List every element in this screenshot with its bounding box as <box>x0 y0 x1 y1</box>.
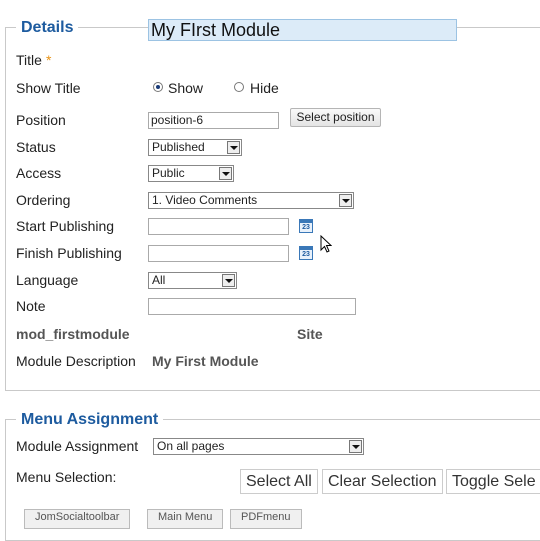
finish-publishing-label: Finish Publishing <box>16 245 122 261</box>
details-legend: Details <box>16 18 79 38</box>
language-select-value: All <box>152 273 166 287</box>
ordering-label: Ordering <box>16 192 71 208</box>
language-label: Language <box>16 272 79 288</box>
module-assignment-label: Module Assignment <box>16 438 139 454</box>
position-label: Position <box>16 112 66 128</box>
menu-tab-jomsocialtoolbar[interactable]: JomSocialtoolbar <box>24 509 131 529</box>
title-label: Title * <box>16 52 52 68</box>
calendar-icon[interactable]: 23 <box>299 246 313 260</box>
chevron-down-icon <box>339 194 352 207</box>
show-title-label: Show Title <box>16 80 81 96</box>
access-select[interactable]: Public <box>148 165 234 182</box>
start-publishing-label: Start Publishing <box>16 218 115 234</box>
select-position-button[interactable]: Select position <box>290 108 381 127</box>
title-input[interactable]: My FIrst Module <box>148 19 457 41</box>
mouse-pointer-icon <box>320 235 332 253</box>
language-select[interactable]: All <box>148 272 237 289</box>
chevron-down-icon <box>219 167 232 180</box>
module-name: mod_firstmodule <box>16 326 130 342</box>
finish-publishing-input[interactable] <box>148 245 289 262</box>
note-label: Note <box>16 298 46 314</box>
access-select-value: Public <box>152 166 185 180</box>
status-label: Status <box>16 139 56 155</box>
chevron-down-icon <box>222 274 235 287</box>
start-publishing-input[interactable] <box>148 218 289 235</box>
module-assignment-select-value: On all pages <box>157 439 225 453</box>
client-label: Site <box>297 326 323 342</box>
chevron-down-icon <box>349 440 362 453</box>
toggle-selection-button[interactable]: Toggle Sele <box>446 469 540 494</box>
show-option-label: Show <box>168 80 204 96</box>
menu-assignment-legend: Menu Assignment <box>16 410 164 430</box>
hide-option-label: Hide <box>250 80 279 96</box>
ordering-select-value: 1. Video Comments <box>152 193 258 207</box>
calendar-icon[interactable]: 23 <box>299 219 313 233</box>
menu-tab-main-menu[interactable]: Main Menu <box>147 509 224 529</box>
chevron-down-icon <box>227 141 240 154</box>
show-title-hide-radio[interactable] <box>234 82 244 92</box>
access-label: Access <box>16 165 62 181</box>
module-assignment-select[interactable]: On all pages <box>153 438 364 455</box>
show-title-show-radio[interactable] <box>153 82 163 92</box>
module-description-value: My First Module <box>152 353 259 369</box>
status-select-value: Published <box>152 140 205 154</box>
position-input[interactable]: position-6 <box>148 112 279 129</box>
menu-selection-label: Menu Selection: <box>16 469 117 485</box>
module-description-label: Module Description <box>16 353 136 369</box>
select-all-button[interactable]: Select All <box>240 469 318 494</box>
menu-tab-pdfmenu[interactable]: PDFmenu <box>230 509 302 529</box>
ordering-select[interactable]: 1. Video Comments <box>148 192 354 209</box>
required-mark: * <box>45 52 52 68</box>
note-input[interactable] <box>148 298 356 315</box>
clear-selection-button[interactable]: Clear Selection <box>322 469 443 494</box>
status-select[interactable]: Published <box>148 139 242 156</box>
